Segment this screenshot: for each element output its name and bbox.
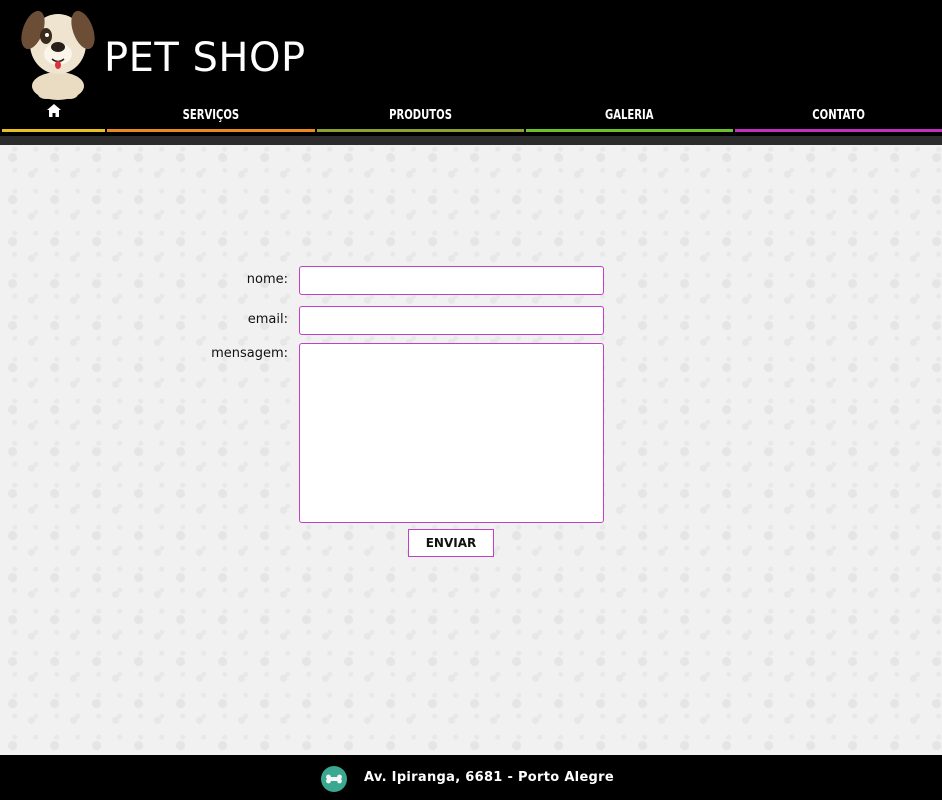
nav-item-galeria[interactable]: GALERIA — [526, 100, 733, 132]
nav-divider — [0, 136, 942, 145]
name-label: nome: — [246, 272, 288, 287]
site-header: PET SHOP — [0, 0, 942, 100]
main-nav: SERVIÇOS PRODUTOS GALERIA CONTATO — [0, 100, 942, 136]
footer-address: Av. Ipiranga, 6681 - Porto Alegre — [364, 770, 614, 785]
message-label: mensagem: — [211, 346, 288, 361]
email-label: email: — [247, 312, 288, 327]
nav-item-label: GALERIA — [605, 108, 654, 123]
site-title: PET SHOP — [104, 35, 306, 81]
nav-item-contato[interactable]: CONTATO — [735, 100, 942, 132]
site-footer: Av. Ipiranga, 6681 - Porto Alegre — [0, 755, 942, 800]
bone-icon — [321, 766, 347, 792]
nav-item-produtos[interactable]: PRODUTOS — [317, 100, 524, 132]
name-input[interactable] — [299, 266, 604, 295]
contact-section: nome: email: mensagem: ENVIAR — [0, 145, 942, 755]
message-textarea[interactable] — [299, 343, 604, 523]
nav-item-label: CONTATO — [812, 108, 865, 123]
home-icon — [46, 98, 61, 130]
dog-mascot-icon[interactable] — [18, 4, 98, 100]
submit-button[interactable]: ENVIAR — [408, 529, 494, 557]
nav-item-label: PRODUTOS — [389, 108, 452, 123]
nav-item-home[interactable] — [2, 100, 105, 132]
nav-item-label: SERVIÇOS — [182, 108, 240, 123]
nav-item-servicos[interactable]: SERVIÇOS — [107, 100, 315, 132]
email-input[interactable] — [299, 306, 604, 335]
